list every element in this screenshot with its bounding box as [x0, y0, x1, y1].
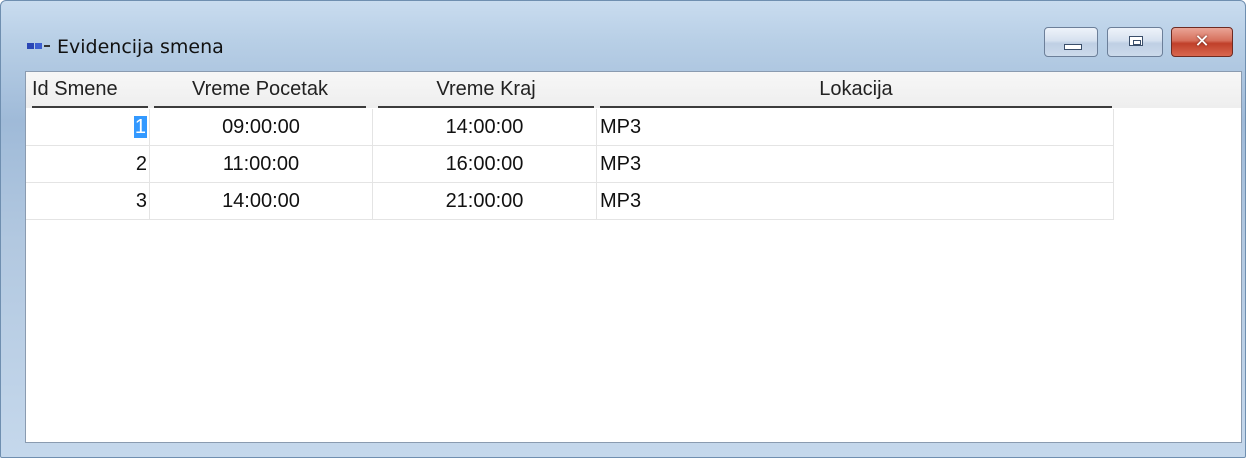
column-header-end[interactable]: Vreme Kraj: [378, 72, 594, 108]
cell-end[interactable]: 21:00:00: [373, 183, 597, 220]
data-grid[interactable]: Id Smene Vreme Pocetak Vreme Kraj Lokaci…: [25, 71, 1242, 443]
app-window: Evidencija smena ✕ Id Smene Vreme Poceta…: [0, 0, 1246, 458]
close-button[interactable]: ✕: [1171, 27, 1233, 57]
window-title: Evidencija smena: [57, 36, 224, 58]
cell-end[interactable]: 16:00:00: [373, 146, 597, 183]
column-header-label: Id Smene: [32, 78, 118, 100]
column-header-label: Vreme Pocetak: [192, 78, 328, 100]
cell-start[interactable]: 14:00:00: [150, 183, 373, 220]
cell-end[interactable]: 14:00:00: [373, 109, 597, 146]
app-icon[interactable]: [27, 41, 51, 51]
minimize-icon: [1064, 44, 1082, 50]
table-row[interactable]: 3 14:00:00 21:00:00 MP3: [26, 183, 1114, 220]
cell-location[interactable]: MP3: [597, 109, 1114, 146]
column-header-id[interactable]: Id Smene: [32, 72, 148, 108]
cell-id[interactable]: 3: [26, 183, 150, 220]
cell-start[interactable]: 09:00:00: [150, 109, 373, 146]
maximize-icon: [1129, 36, 1143, 46]
cell-location[interactable]: MP3: [597, 183, 1114, 220]
cell-id[interactable]: 2: [26, 146, 150, 183]
selected-cell-value[interactable]: 1: [133, 116, 147, 138]
table-row[interactable]: 2 11:00:00 16:00:00 MP3: [26, 146, 1114, 183]
table-row[interactable]: 1 09:00:00 14:00:00 MP3: [26, 109, 1114, 146]
column-header-label: Vreme Kraj: [436, 78, 536, 100]
title-bar[interactable]: Evidencija smena ✕: [1, 1, 1245, 63]
cell-start[interactable]: 11:00:00: [150, 146, 373, 183]
minimize-button[interactable]: [1044, 27, 1098, 57]
grid-header: Id Smene Vreme Pocetak Vreme Kraj Lokaci…: [26, 72, 1241, 108]
column-header-label: Lokacija: [819, 78, 893, 100]
cell-location[interactable]: MP3: [597, 146, 1114, 183]
cell-id[interactable]: 1: [26, 109, 150, 146]
maximize-button[interactable]: [1107, 27, 1163, 57]
column-header-location[interactable]: Lokacija: [600, 72, 1112, 108]
close-icon: ✕: [1194, 31, 1210, 52]
column-header-start[interactable]: Vreme Pocetak: [154, 72, 366, 108]
